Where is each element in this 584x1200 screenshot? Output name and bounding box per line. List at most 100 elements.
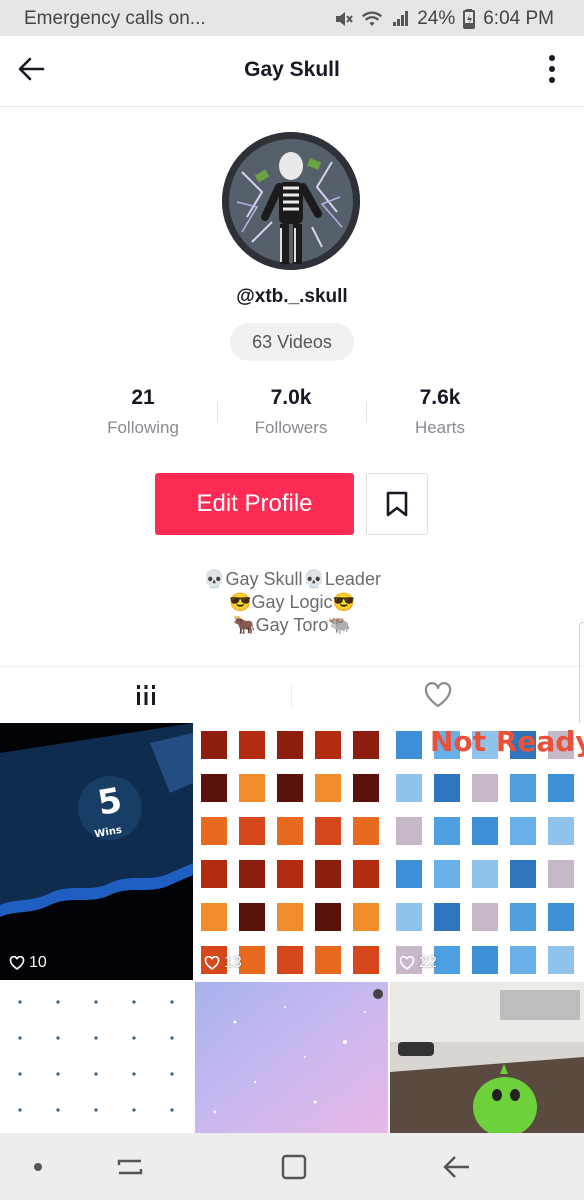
pattern-dot <box>94 1000 98 1004</box>
clock-time: 6:04 PM <box>483 8 554 29</box>
like-count: 13 <box>224 954 242 971</box>
pattern-square <box>239 860 265 888</box>
heart-outline-icon <box>204 956 220 970</box>
pattern-square <box>472 774 498 802</box>
video-thumbnail[interactable] <box>195 982 388 1133</box>
mute-icon <box>336 12 353 26</box>
pattern-square <box>472 903 498 931</box>
pattern-dot <box>132 1036 136 1040</box>
pattern-square <box>315 731 341 759</box>
pattern-square <box>353 774 379 802</box>
pattern-square <box>396 817 422 845</box>
pattern-square <box>353 946 379 974</box>
pattern-dot <box>94 1072 98 1076</box>
pattern-square <box>510 946 536 974</box>
stat-followers[interactable]: 7.0k Followers <box>216 386 366 438</box>
pattern-square <box>277 860 303 888</box>
pattern-square <box>353 860 379 888</box>
pattern-dot <box>94 1108 98 1112</box>
video-thumbnail[interactable]: 5 Wins 10 <box>0 723 193 980</box>
pattern-square <box>396 903 422 931</box>
pattern-dot <box>18 1000 22 1004</box>
video-thumbnail[interactable] <box>390 982 584 1133</box>
stat-hearts[interactable]: 7.6k Hearts <box>365 386 515 438</box>
hearts-label: Hearts <box>414 418 466 437</box>
bookmark-icon <box>386 491 408 517</box>
pattern-square <box>239 946 265 974</box>
back-icon[interactable] <box>442 1153 472 1181</box>
video-thumbnail[interactable] <box>0 982 193 1133</box>
pattern-square <box>548 860 574 888</box>
system-navigation-bar <box>0 1133 584 1200</box>
video-thumbnail[interactable]: Not Ready 22 <box>390 723 584 980</box>
pattern-dot <box>56 1108 60 1112</box>
avatar[interactable] <box>222 132 360 270</box>
pattern-square <box>315 860 341 888</box>
pattern-dot <box>170 1000 174 1004</box>
pattern-dot <box>170 1108 174 1112</box>
video-thumbnail-image: 5 Wins <box>0 723 193 980</box>
pattern-square <box>353 731 379 759</box>
signal-icon <box>393 11 409 26</box>
video-grid: 5 Wins 10 13 Not Ready 22 <box>0 723 584 1133</box>
more-vertical-icon <box>549 55 555 83</box>
status-icons: 24% 6:04 PM <box>333 8 554 30</box>
pattern-square <box>548 817 574 845</box>
bio: 💀Gay Skull💀Leader 😎Gay Logic😎 🐂Gay Toro🐃 <box>0 568 584 637</box>
pattern-square <box>472 817 498 845</box>
bio-line: 😎Gay Logic😎 <box>229 592 355 612</box>
stat-following[interactable]: 21 Following <box>68 386 218 438</box>
pattern-dot <box>56 1000 60 1004</box>
following-count: 21 <box>131 386 155 409</box>
pattern-square <box>239 903 265 931</box>
pattern-square <box>277 817 303 845</box>
heart-outline-icon <box>399 956 415 970</box>
recent-apps-icon[interactable] <box>116 1153 144 1181</box>
home-icon[interactable] <box>280 1153 308 1181</box>
pattern-square <box>315 817 341 845</box>
video-thumbnail[interactable]: 13 <box>195 723 388 980</box>
heart-outline-icon <box>424 682 452 708</box>
pattern-square <box>353 903 379 931</box>
pattern-square <box>434 774 460 802</box>
edit-profile-button[interactable]: Edit Profile <box>155 473 354 535</box>
pattern-square <box>396 860 422 888</box>
video-like-count: 10 <box>9 954 47 972</box>
pattern-dot <box>132 1072 136 1076</box>
pattern-square <box>472 946 498 974</box>
carrier-text: Emergency calls on... <box>24 8 206 29</box>
more-options-button[interactable] <box>548 54 562 88</box>
tab-videos[interactable] <box>0 667 292 723</box>
dot-icon[interactable] <box>34 1163 42 1171</box>
profile-header: Gay Skull <box>0 36 584 107</box>
pattern-square <box>434 860 460 888</box>
pattern-square <box>472 860 498 888</box>
battery-percent: 24% <box>417 8 456 29</box>
pattern-square <box>315 774 341 802</box>
video-like-count: 13 <box>204 954 242 972</box>
video-thumbnail-image <box>195 982 388 1133</box>
pattern-square <box>396 774 422 802</box>
pattern-square <box>277 903 303 931</box>
favorites-button[interactable] <box>366 473 428 535</box>
videos-count-badge: 63 Videos <box>230 323 354 361</box>
wifi-icon <box>362 11 383 26</box>
pattern-dot <box>56 1036 60 1040</box>
followers-label: Followers <box>254 418 328 437</box>
video-like-count: 22 <box>399 954 437 972</box>
pattern-square <box>201 903 227 931</box>
tab-liked[interactable] <box>292 667 584 723</box>
battery-icon <box>463 9 476 29</box>
followers-count: 7.0k <box>270 386 312 409</box>
like-count: 10 <box>29 954 47 971</box>
video-thumbnail-image <box>201 731 379 974</box>
pattern-square <box>548 774 574 802</box>
pattern-square <box>353 817 379 845</box>
pattern-dot <box>18 1036 22 1040</box>
pattern-square <box>201 731 227 759</box>
pattern-square <box>315 946 341 974</box>
pattern-square <box>315 903 341 931</box>
page-title: Gay Skull <box>244 58 340 81</box>
pattern-dot <box>132 1108 136 1112</box>
pattern-square <box>510 774 536 802</box>
